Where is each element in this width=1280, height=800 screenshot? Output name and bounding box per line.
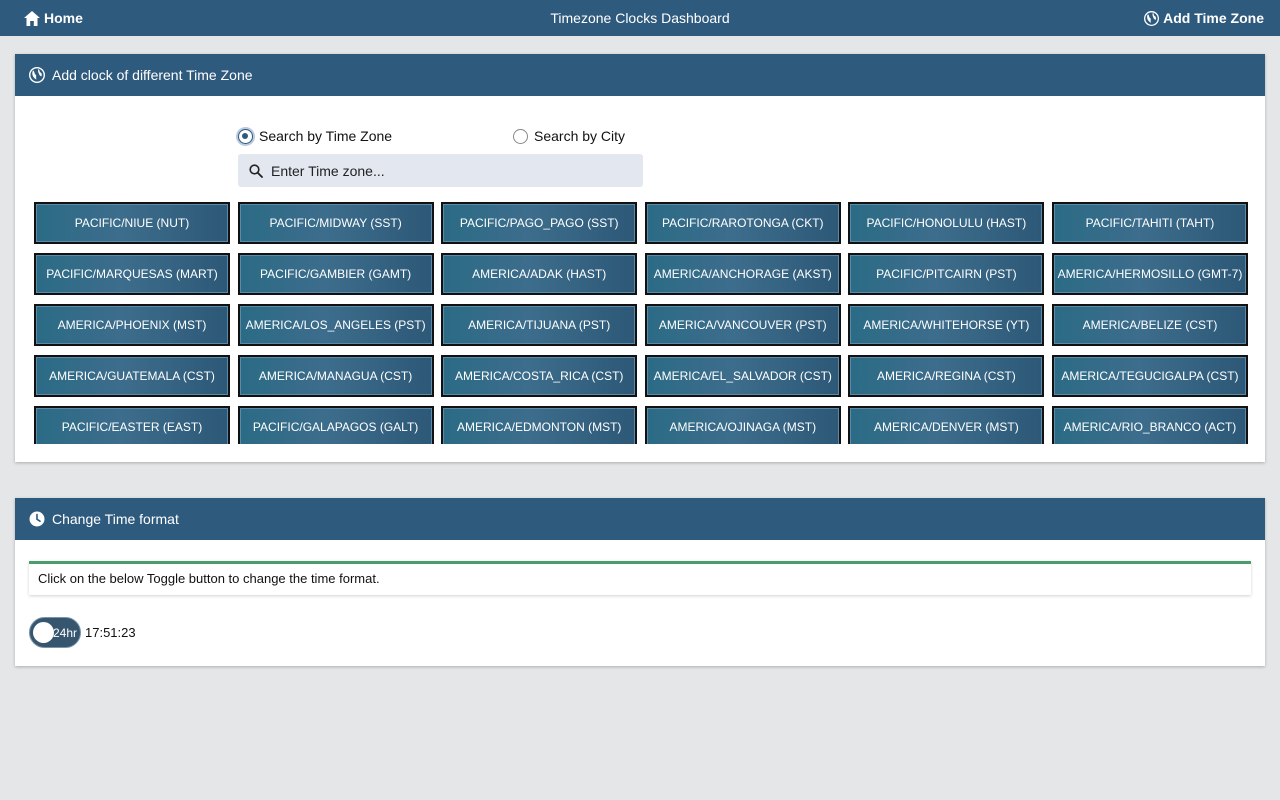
timezone-button[interactable]: AMERICA/TIJUANA (PST) <box>441 304 638 346</box>
radio-button-timezone[interactable] <box>238 128 253 144</box>
timezone-button[interactable]: AMERICA/RIO_BRANCO (ACT) <box>1051 406 1248 444</box>
timezone-button[interactable]: AMERICA/COSTA_RICA (CST) <box>441 355 638 397</box>
timezone-button[interactable]: PACIFIC/EASTER (EAST) <box>34 406 230 444</box>
timezone-button[interactable]: PACIFIC/PAGO_PAGO (SST) <box>441 202 638 244</box>
add-time-zone-label: Add Time Zone <box>1163 10 1264 26</box>
timezone-button[interactable]: PACIFIC/MARQUESAS (MART) <box>34 253 230 295</box>
page-title: Timezone Clocks Dashboard <box>550 10 730 26</box>
timezone-button[interactable]: PACIFIC/PITCAIRN (PST) <box>848 253 1045 295</box>
timezone-grid: PACIFIC/NIUE (NUT) PACIFIC/MIDWAY (SST) PA… <box>34 202 1248 444</box>
time-format-header: Change Time format <box>15 498 1265 540</box>
radio-search-by-city[interactable]: Search by City <box>513 126 625 146</box>
search-icon <box>249 163 263 178</box>
timezone-search-input[interactable] <box>269 161 633 180</box>
timezone-button[interactable]: PACIFIC/HONOLULU (HAST) <box>848 202 1045 244</box>
time-format-toggle-row: 24hr 17:51:23 <box>29 617 136 648</box>
timezone-button[interactable]: PACIFIC/MIDWAY (SST) <box>237 202 434 244</box>
timezone-button[interactable]: AMERICA/REGINA (CST) <box>848 355 1045 397</box>
add-clock-card: Add clock of different Time Zone Search … <box>15 54 1265 462</box>
timezone-button[interactable]: AMERICA/GUATEMALA (CST) <box>34 355 230 397</box>
timezone-button[interactable]: AMERICA/ADAK (HAST) <box>441 253 638 295</box>
timezone-button[interactable]: AMERICA/VANCOUVER (PST) <box>644 304 841 346</box>
timezone-button[interactable]: AMERICA/PHOENIX (MST) <box>34 304 230 346</box>
info-alert: Click on the below Toggle button to chan… <box>29 561 1251 595</box>
timezone-button[interactable]: AMERICA/MANAGUA (CST) <box>237 355 434 397</box>
current-time: 17:51:23 <box>85 625 136 640</box>
timezone-button[interactable]: AMERICA/DENVER (MST) <box>848 406 1045 444</box>
timezone-button[interactable]: PACIFIC/GALAPAGOS (GALT) <box>237 406 434 444</box>
timezone-button[interactable]: PACIFIC/GAMBIER (GAMT) <box>237 253 434 295</box>
time-format-toggle[interactable]: 24hr <box>29 617 81 648</box>
timezone-button[interactable]: AMERICA/OJINAGA (MST) <box>644 406 841 444</box>
timezone-button[interactable]: PACIFIC/TAHITI (TAHT) <box>1051 202 1248 244</box>
toggle-label: 24hr <box>53 626 78 640</box>
radio-label-timezone: Search by Time Zone <box>259 128 393 144</box>
add-time-zone-link[interactable]: Add Time Zone <box>1144 9 1264 27</box>
timezone-button[interactable]: AMERICA/ANCHORAGE (AKST) <box>644 253 841 295</box>
timezone-button[interactable]: AMERICA/HERMOSILLO (GMT-7) <box>1051 253 1248 295</box>
timezone-button[interactable]: AMERICA/EDMONTON (MST) <box>441 406 638 444</box>
timezone-search-box <box>238 154 643 187</box>
radio-label-city: Search by City <box>534 128 626 144</box>
timezone-button[interactable]: AMERICA/EL_SALVADOR (CST) <box>644 355 841 397</box>
clock-icon <box>29 511 45 527</box>
add-clock-title: Add clock of different Time Zone <box>52 67 253 83</box>
timezone-button[interactable]: AMERICA/BELIZE (CST) <box>1051 304 1248 346</box>
add-clock-header: Add clock of different Time Zone <box>15 54 1265 96</box>
radio-search-by-timezone[interactable]: Search by Time Zone <box>238 126 392 146</box>
timezone-button[interactable]: AMERICA/WHITEHORSE (YT) <box>848 304 1045 346</box>
timezone-button[interactable]: PACIFIC/NIUE (NUT) <box>34 202 230 244</box>
timezone-button[interactable]: PACIFIC/RAROTONGA (CKT) <box>644 202 841 244</box>
globe-icon <box>1144 10 1160 26</box>
time-format-card: Change Time format Click on the below To… <box>15 498 1265 666</box>
radio-button-city[interactable] <box>513 128 528 144</box>
timezone-button[interactable]: AMERICA/TEGUCIGALPA (CST) <box>1051 355 1248 397</box>
globe-icon <box>29 67 45 83</box>
time-format-title: Change Time format <box>52 511 179 527</box>
toggle-knob <box>33 622 54 643</box>
top-navbar: Home Timezone Clocks Dashboard Add Time … <box>0 0 1280 36</box>
timezone-button[interactable]: AMERICA/LOS_ANGELES (PST) <box>237 304 434 346</box>
